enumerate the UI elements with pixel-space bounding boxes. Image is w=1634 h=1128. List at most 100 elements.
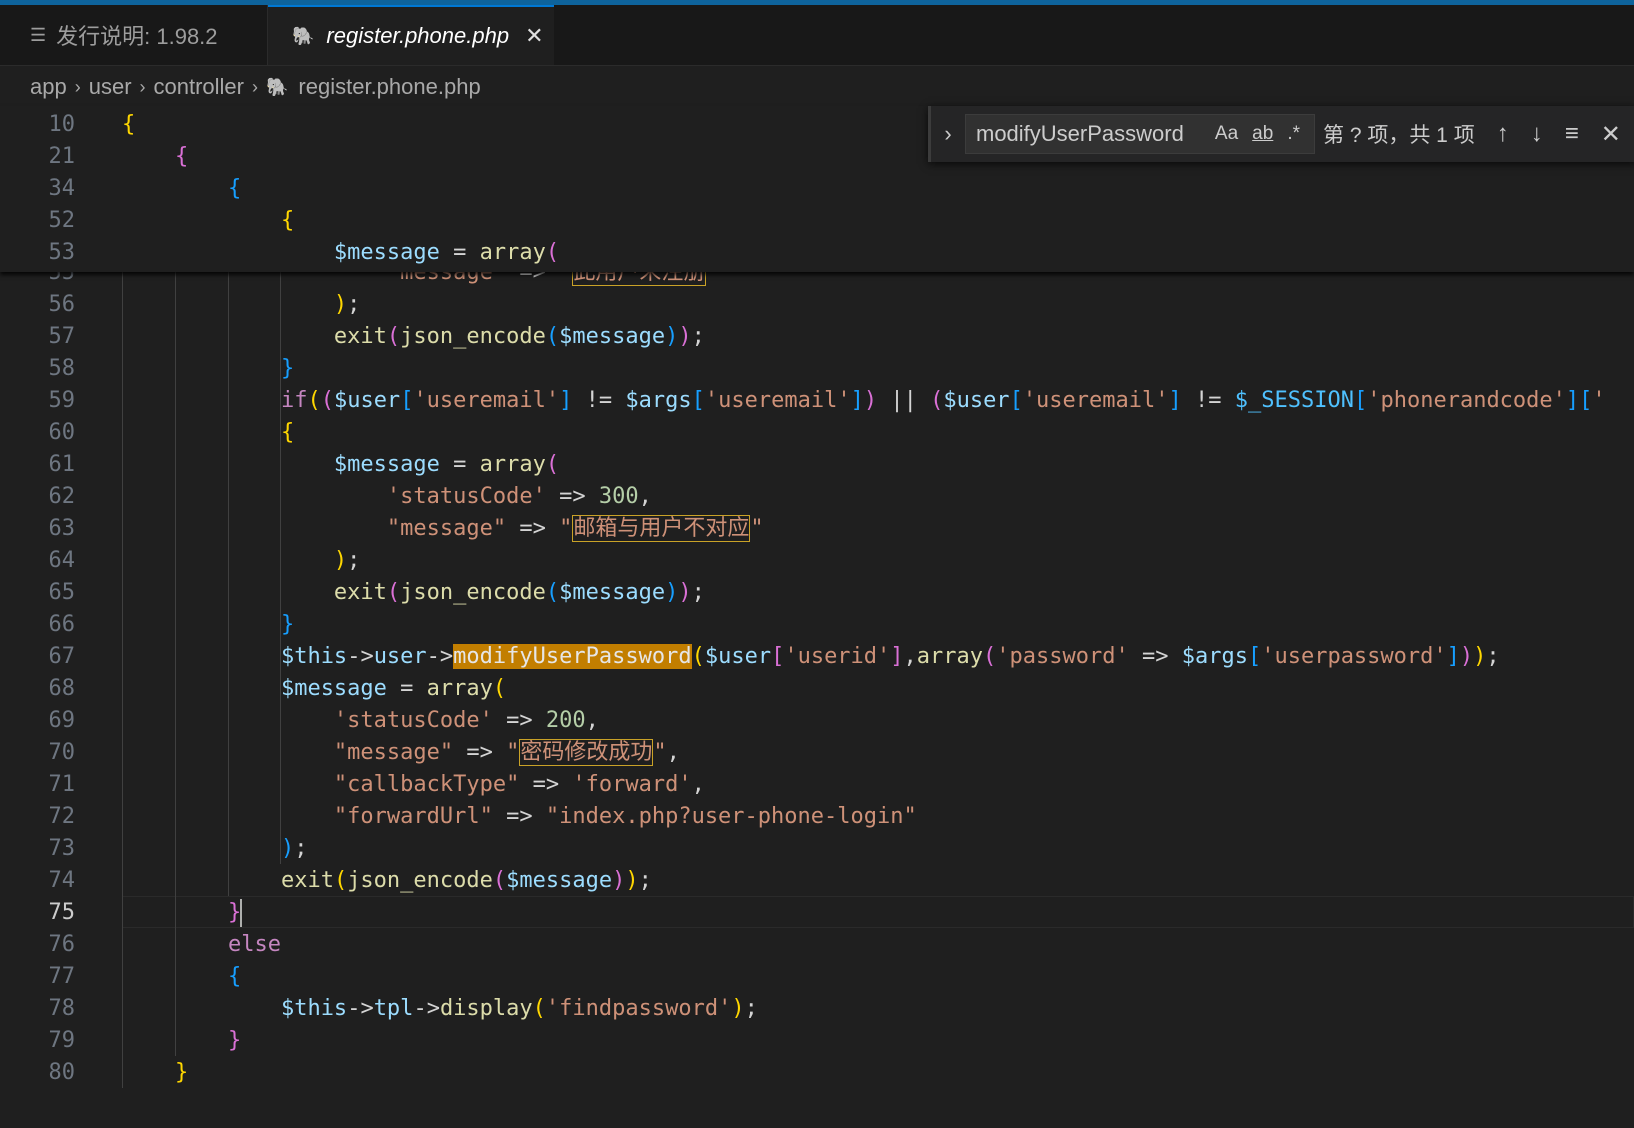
indent-guide [227,256,229,896]
find-result-count: 第 ? 项，共 1 项 [1323,124,1475,147]
code-editor[interactable]: 10{21 {34 {52 {53 $message = array( 55 "… [0,106,1634,1128]
arrow-down-icon[interactable]: ↓ [1531,120,1543,148]
breadcrumb-item-controller[interactable]: controller [154,74,244,100]
find-in-selection-icon[interactable]: ≡ [1565,120,1579,148]
line-number: 63 [48,516,76,541]
code-line[interactable]: 70 "message" => "密码修改成功", [0,736,1634,769]
line-number: 80 [48,1060,76,1085]
line-code: { [280,420,295,445]
line-number: 66 [48,612,76,637]
code-line[interactable]: 61 $message = array( [0,448,1634,481]
breadcrumb-item-user[interactable]: user [89,74,132,100]
code-line[interactable]: 76 else [0,928,1634,961]
line-code: { [280,208,295,233]
chevron-right-icon: › [139,76,146,97]
tab-release-notes[interactable]: ☰ 发行说明: 1.98.2 [0,5,268,65]
code-line[interactable]: 78 $this->tpl->display('findpassword'); [0,992,1634,1025]
breadcrumb-item-app[interactable]: app [30,74,67,100]
line-number: 69 [48,708,76,733]
code-line[interactable]: 69 'statusCode' => 200, [0,704,1634,737]
line-code: } [280,612,295,637]
arrow-up-icon[interactable]: ↑ [1497,120,1509,148]
tab-label: register.phone.php [326,23,510,48]
code-line[interactable]: 79 } [0,1024,1634,1057]
line-number: 72 [48,804,76,829]
code-line[interactable]: 73 ); [0,832,1634,865]
chevron-right-icon: › [74,76,81,97]
indent-guide [122,256,123,1088]
close-icon[interactable]: ✕ [525,23,543,49]
code-line[interactable]: 67 $this->user->modifyUserPassword($user… [0,640,1634,673]
code-line[interactable]: 56 ); [0,288,1634,321]
breadcrumb: app › user › controller › 🐘 register.pho… [30,70,481,104]
code-line[interactable]: 65 exit(json_encode($message)); [0,576,1634,609]
close-icon[interactable]: ✕ [1601,120,1621,149]
find-input[interactable]: modifyUserPassword Aa ab .* [965,114,1315,154]
sticky-line[interactable]: 53 $message = array( [0,236,1634,269]
line-number: 52 [48,208,76,233]
line-number: 65 [48,580,76,605]
line-code: } [227,1028,242,1053]
code-line[interactable]: 58 } [0,352,1634,385]
line-number: 61 [48,452,76,477]
php-elephant-icon: 🐘 [292,25,315,46]
indent-guide [280,256,282,864]
line-code: { [122,112,136,137]
code-line[interactable]: 80 } [0,1056,1634,1089]
code-line[interactable]: 74 exit(json_encode($message)); [0,864,1634,897]
line-number: 56 [48,292,76,317]
php-elephant-icon: 🐘 [266,76,289,97]
regex-button[interactable]: .* [1287,123,1300,145]
line-number: 74 [48,868,76,893]
code-line[interactable]: 71 "callbackType" => 'forward', [0,768,1634,801]
whole-word-button[interactable]: ab [1252,123,1273,145]
code-line[interactable]: 62 'statusCode' => 300, [0,480,1634,513]
code-line[interactable]: 72 "forwardUrl" => "index.php?user-phone… [0,800,1634,833]
line-number: 34 [48,176,76,201]
line-code: } [174,1060,189,1085]
line-number: 53 [48,240,76,265]
line-code: ); [333,292,361,317]
line-number: 57 [48,324,76,349]
code-line[interactable]: 60 { [0,416,1634,449]
code-line[interactable]: 66 } [0,608,1634,641]
line-number: 67 [48,644,76,669]
line-code: "message" => "邮箱与用户不对应" [386,515,764,542]
line-code: { [174,144,189,169]
line-code: if(($user['useremail'] != $args['userema… [280,388,1606,413]
code-line[interactable]: 68 $message = array( [0,672,1634,705]
line-number: 60 [48,420,76,445]
sticky-line[interactable]: 34 { [0,172,1634,205]
chevron-right-icon: › [252,76,258,97]
list-icon: ☰ [30,24,47,45]
line-number: 77 [48,964,76,989]
line-code: 'statusCode' => 200, [333,708,599,733]
line-code: "message" => "密码修改成功", [333,739,680,766]
line-code: else [227,932,281,957]
line-code: "callbackType" => 'forward', [333,772,705,797]
line-number: 76 [48,932,76,957]
code-line[interactable]: 59 if(($user['useremail'] != $args['user… [0,384,1634,417]
sticky-line[interactable]: 52 { [0,204,1634,237]
line-code: 'statusCode' => 300, [386,484,652,509]
line-code: exit(json_encode($message)); [280,868,652,893]
code-line[interactable]: 63 "message" => "邮箱与用户不对应" [0,512,1634,545]
line-code: $message = array( [333,240,560,265]
line-number: 21 [48,144,76,169]
tab-register-phone-php[interactable]: 🐘 register.phone.php ✕ [268,5,554,65]
line-code: exit(json_encode($message)); [333,324,705,349]
line-code: ); [333,548,361,573]
match-case-button[interactable]: Aa [1215,123,1238,145]
line-code: $message = array( [333,452,560,477]
code-line[interactable]: 57 exit(json_encode($message)); [0,320,1634,353]
indent-guide [174,256,176,1056]
breadcrumb-item-file[interactable]: register.phone.php [298,74,480,100]
find-query: modifyUserPassword [976,121,1184,146]
current-line-highlight [122,896,1634,928]
tab-bar: ☰ 发行说明: 1.98.2 🐘 register.phone.php ✕ [0,5,1634,66]
tab-label: 发行说明: 1.98.2 [56,24,218,49]
code-line[interactable]: 64 ); [0,544,1634,577]
line-number: 71 [48,772,76,797]
chevron-right-icon[interactable]: › [931,121,965,147]
code-line[interactable]: 77 { [0,960,1634,993]
